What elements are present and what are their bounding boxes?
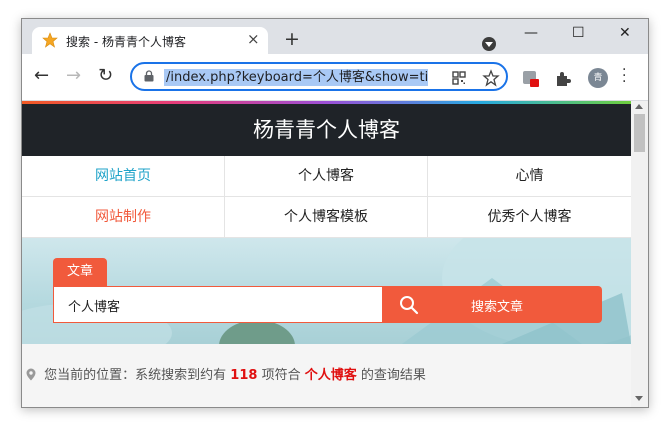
search-tab-articles[interactable]: 文章 — [53, 258, 107, 286]
nav-item-best-blogs[interactable]: 优秀个人博客 — [428, 197, 631, 238]
nav-item-home[interactable]: 网站首页 — [22, 156, 225, 197]
magnifier-icon — [400, 296, 419, 315]
result-count: 118 — [230, 368, 258, 383]
url-text[interactable]: /index.php?keyboard=个人博客&show=ti — [164, 69, 428, 86]
minimize-button[interactable]: — — [524, 25, 538, 41]
extension-badge-icon[interactable] — [522, 70, 540, 88]
maximize-button[interactable]: ☐ — [572, 25, 585, 41]
back-button[interactable]: ← — [34, 66, 49, 86]
location-bar: 您当前的位置：系统搜索到约有 118 项符合 个人博客 的查询结果 — [22, 344, 631, 407]
site-nav: 网站首页 个人博客 心情 网站制作 个人博客模板 优秀个人博客 — [22, 156, 631, 238]
extensions-puzzle-icon[interactable] — [554, 70, 572, 88]
tab-close-icon[interactable]: × — [247, 30, 260, 48]
lock-icon — [144, 70, 154, 82]
tab-title: 搜索 - 杨青青个人博客 — [66, 35, 186, 49]
page-viewport: 杨青青个人博客 网站首页 个人博客 心情 网站制作 个人博客模板 优秀个人博客 … — [22, 104, 631, 407]
scroll-down-icon[interactable] — [635, 396, 643, 401]
nav-item-templates[interactable]: 个人博客模板 — [225, 197, 428, 238]
reload-button[interactable]: ↻ — [98, 66, 113, 86]
location-suffix: 的查询结果 — [360, 368, 426, 383]
search-input[interactable]: 个人博客 — [53, 286, 383, 323]
forward-button[interactable]: → — [66, 66, 81, 86]
browser-window: 搜索 - 杨青青个人博客 × + — ☐ ✕ ← → ↻ /index.php?… — [21, 18, 649, 408]
new-tab-button[interactable]: + — [284, 29, 300, 49]
location-middle: 项符合 — [261, 368, 301, 383]
search-articles-button[interactable]: 搜索文章 — [383, 286, 602, 323]
star-favicon-icon — [42, 32, 58, 48]
close-window-button[interactable]: ✕ — [619, 25, 631, 41]
address-bar[interactable]: /index.php?keyboard=个人博客&show=ti — [130, 62, 508, 91]
site-header: 杨青青个人博客 — [22, 104, 631, 156]
browser-toolbar: ← → ↻ /index.php?keyboard=个人博客&show=ti 青… — [22, 54, 648, 101]
site-title[interactable]: 杨青青个人博客 — [22, 117, 631, 143]
nav-item-mood[interactable]: 心情 — [428, 156, 631, 197]
result-keyword: 个人博客 — [304, 368, 357, 383]
nav-item-blog[interactable]: 个人博客 — [225, 156, 428, 197]
search-input-value: 个人博客 — [68, 300, 121, 315]
bookmark-star-icon[interactable] — [482, 69, 500, 87]
title-bar: 搜索 - 杨青青个人博客 × + — ☐ ✕ — [22, 19, 648, 54]
tab-search-icon[interactable] — [482, 37, 496, 51]
qr-code-icon[interactable] — [450, 69, 468, 87]
scroll-thumb[interactable] — [634, 114, 645, 152]
menu-icon[interactable]: · · · — [622, 63, 626, 89]
search-result-summary: 您当前的位置：系统搜索到约有 118 项符合 个人博客 的查询结果 — [26, 364, 426, 383]
search-hero: 文章 个人博客 搜索文章 — [22, 238, 631, 344]
search-button-label: 搜索文章 — [471, 300, 524, 315]
location-pin-icon — [26, 368, 36, 381]
profile-avatar[interactable]: 青 — [588, 68, 608, 88]
browser-tab[interactable]: 搜索 - 杨青青个人博客 × — [32, 27, 268, 54]
page-scrollbar[interactable] — [631, 101, 648, 407]
nav-item-webdev[interactable]: 网站制作 — [22, 197, 225, 238]
scroll-up-icon[interactable] — [635, 104, 643, 109]
location-prefix: 您当前的位置：系统搜索到约有 — [44, 368, 227, 383]
